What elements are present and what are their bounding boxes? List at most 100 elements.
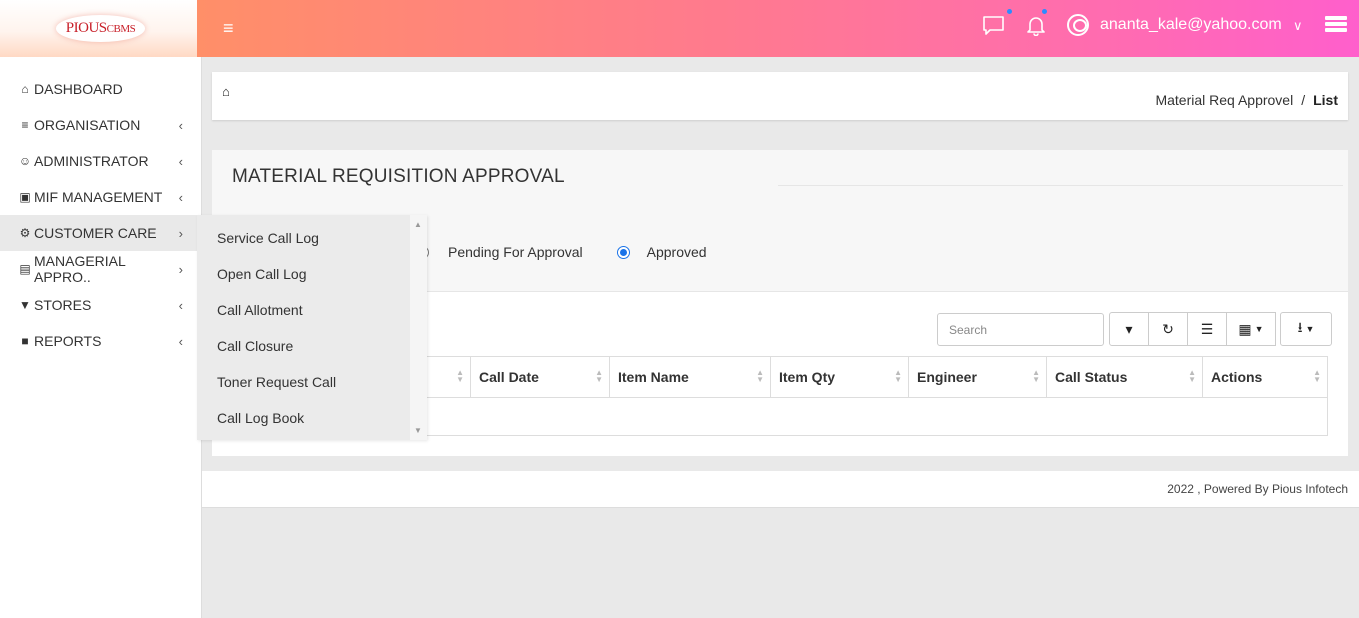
user-avatar-icon[interactable] — [1067, 14, 1089, 36]
submenu-item-open-call-log[interactable]: Open Call Log — [197, 256, 427, 292]
archive-icon: ▾ — [1125, 320, 1133, 337]
sidebar-menu: ⌂ DASHBOARD ≡ ORGANISATION ‹ ☺ ADMINISTRATOR ‹ ▣… — [0, 71, 201, 359]
approval-filter: Pending For Approval Approved — [416, 244, 707, 260]
sort-icon[interactable]: ▲ ▼ — [595, 369, 603, 384]
export-button[interactable]: ⭳ ▼ — [1280, 312, 1332, 346]
bell-icon[interactable] — [1025, 14, 1047, 37]
sidebar-item-dashboard[interactable]: ⌂ DASHBOARD — [0, 71, 201, 107]
caret-down-icon: ▼ — [1254, 324, 1264, 334]
column-header-label: Engineer — [917, 369, 977, 385]
columns-button[interactable]: ▦ ▼ — [1226, 312, 1276, 346]
column-header-label: Call Status — [1055, 369, 1128, 385]
database-icon: ≡ — [21, 118, 29, 132]
chevron-left-icon: ‹ — [178, 189, 183, 205]
radio-pending-label[interactable]: Pending For Approval — [448, 244, 583, 260]
column-header-engineer[interactable]: Engineer ▲ ▼ — [908, 357, 1046, 398]
sidebar-item-label: REPORTS — [34, 333, 102, 349]
breadcrumb-current: List — [1313, 92, 1338, 108]
submenu-item-call-allotment[interactable]: Call Allotment — [197, 292, 427, 328]
chevron-left-icon: ‹ — [178, 297, 183, 313]
refresh-button[interactable]: ↻ — [1148, 312, 1188, 346]
column-header-label: Actions — [1211, 369, 1263, 385]
user-email[interactable]: ananta_kale@yahoo.com — [1100, 16, 1282, 34]
chat-icon[interactable] — [982, 15, 1005, 35]
column-header-call-date[interactable]: Call Date ▲ ▼ — [470, 357, 609, 398]
footer-text: 2022 , Powered By Pious Infotech — [1167, 482, 1348, 496]
page-title: MATERIAL REQUISITION APPROVAL — [232, 166, 565, 187]
sort-icon[interactable]: ▲ ▼ — [756, 369, 764, 384]
toggle-view-button[interactable]: ☰ — [1187, 312, 1227, 346]
title-divider — [778, 185, 1343, 186]
scroll-up-arrow-icon[interactable]: ▲ — [414, 220, 422, 229]
breadcrumb-parent[interactable]: Material Req Approvel — [1155, 92, 1293, 108]
sort-icon[interactable]: ▲ ▼ — [1032, 369, 1040, 384]
settings-panel-icon[interactable] — [1325, 16, 1347, 34]
search-input[interactable] — [937, 313, 1104, 346]
sidebar-item-label: MANAGERIAL APPRO.. — [34, 253, 126, 285]
sidebar-item-label: MIF MANAGEMENT — [34, 189, 163, 205]
submenu-item-service-call-log[interactable]: Service Call Log — [197, 220, 427, 256]
chevron-right-icon: › — [178, 225, 183, 241]
sidebar-item-managerial-appro[interactable]: ▤ MANAGERIAL APPRO.. › — [0, 251, 201, 287]
sort-icon[interactable]: ▲ ▼ — [894, 369, 902, 384]
download-icon: ⭳ — [1297, 319, 1303, 335]
sidebar-item-administrator[interactable]: ☺ ADMINISTRATOR ‹ — [0, 143, 201, 179]
sidebar-item-organisation[interactable]: ≡ ORGANISATION ‹ — [0, 107, 201, 143]
column-header-item-name[interactable]: Item Name ▲ ▼ — [609, 357, 770, 398]
sidebar-item-label: STORES — [34, 297, 92, 313]
sort-icon[interactable]: ▲ ▼ — [1188, 369, 1196, 384]
home-icon[interactable]: ⌂ — [222, 84, 230, 99]
sidebar-item-mif-management[interactable]: ▣ MIF MANAGEMENT ‹ — [0, 179, 201, 215]
column-header-actions[interactable]: Actions ▲ ▼ — [1202, 357, 1327, 398]
submenu-item-toner-request-call[interactable]: Toner Request Call — [197, 364, 427, 400]
file-icon: ■ — [21, 334, 29, 348]
submenu-item-call-log-book[interactable]: Call Log Book — [197, 400, 427, 436]
logo-area: PIOUSCBMS — [0, 0, 201, 57]
chat-notification-dot — [1007, 9, 1012, 14]
column-header-label: Call Date — [479, 369, 539, 385]
sort-icon[interactable]: ▲ ▼ — [456, 369, 464, 384]
sort-icon[interactable]: ▲ ▼ — [1313, 369, 1321, 384]
column-header-item-qty[interactable]: Item Qty ▲ ▼ — [770, 357, 908, 398]
chevron-left-icon: ‹ — [178, 117, 183, 133]
sidebar-item-label: CUSTOMER CARE — [34, 225, 157, 241]
sidebar: PIOUSCBMS ⌂ DASHBOARD ≡ ORGANISATION ‹ ☺ ADMIN… — [0, 0, 202, 618]
breadcrumb-card: ⌂ Material Req Approvel / List — [212, 72, 1348, 120]
submenu-item-call-closure[interactable]: Call Closure — [197, 328, 427, 364]
radio-approved[interactable] — [616, 245, 630, 259]
gear-icon: ⚙ — [19, 226, 31, 240]
submenu-scrollbar[interactable]: ▲ ▼ — [410, 215, 427, 440]
column-header-label: Item Name — [618, 369, 689, 385]
chevron-left-icon: › — [178, 261, 183, 277]
caret-down-icon: ▼ — [1305, 324, 1315, 334]
column-header-label: Item Qty — [779, 369, 836, 385]
top-header: ≡ ananta_kale@yahoo.com ∨ — [197, 0, 1359, 57]
scroll-down-arrow-icon[interactable]: ▼ — [414, 426, 422, 435]
customer-care-submenu: Service Call Log Open Call Log Call Allotm… — [197, 215, 427, 440]
sidebar-item-reports[interactable]: ■ REPORTS ‹ — [0, 323, 201, 359]
user-dropdown-chevron-icon[interactable]: ∨ — [1293, 18, 1303, 34]
breadcrumb-separator: / — [1301, 92, 1306, 108]
list-icon: ☰ — [1200, 320, 1214, 337]
app-logo[interactable]: PIOUSCBMS — [55, 15, 146, 42]
radio-approved-label[interactable]: Approved — [647, 244, 707, 260]
toggle-pagination-button[interactable]: ▾ — [1109, 312, 1149, 346]
footer: 2022 , Powered By Pious Infotech — [202, 471, 1359, 508]
bell-notification-dot — [1042, 9, 1047, 14]
chevron-left-icon: ‹ — [178, 333, 183, 349]
grid-icon: ▦ — [1238, 320, 1252, 337]
users-icon: ☺ — [18, 154, 32, 168]
sidebar-item-stores[interactable]: ▼ STORES ‹ — [0, 287, 201, 323]
breadcrumb: Material Req Approvel / List — [1155, 92, 1338, 108]
id-card-icon: ▤ — [19, 262, 31, 276]
refresh-icon: ↻ — [1162, 320, 1174, 337]
sidebar-item-label: ADMINISTRATOR — [34, 153, 149, 169]
sidebar-item-label: DASHBOARD — [34, 81, 123, 97]
chevron-left-icon: ‹ — [178, 153, 183, 169]
column-header-call-status[interactable]: Call Status ▲ ▼ — [1046, 357, 1202, 398]
sidebar-item-customer-care[interactable]: ⚙ CUSTOMER CARE › — [0, 215, 201, 251]
table-toolbar: ▾ ↻ ☰ ▦ ▼ ⭳ ▼ — [1109, 312, 1332, 346]
sidebar-item-label: ORGANISATION — [34, 117, 141, 133]
hamburger-menu-icon[interactable]: ≡ — [223, 18, 234, 39]
cart-icon: ▼ — [19, 298, 31, 312]
